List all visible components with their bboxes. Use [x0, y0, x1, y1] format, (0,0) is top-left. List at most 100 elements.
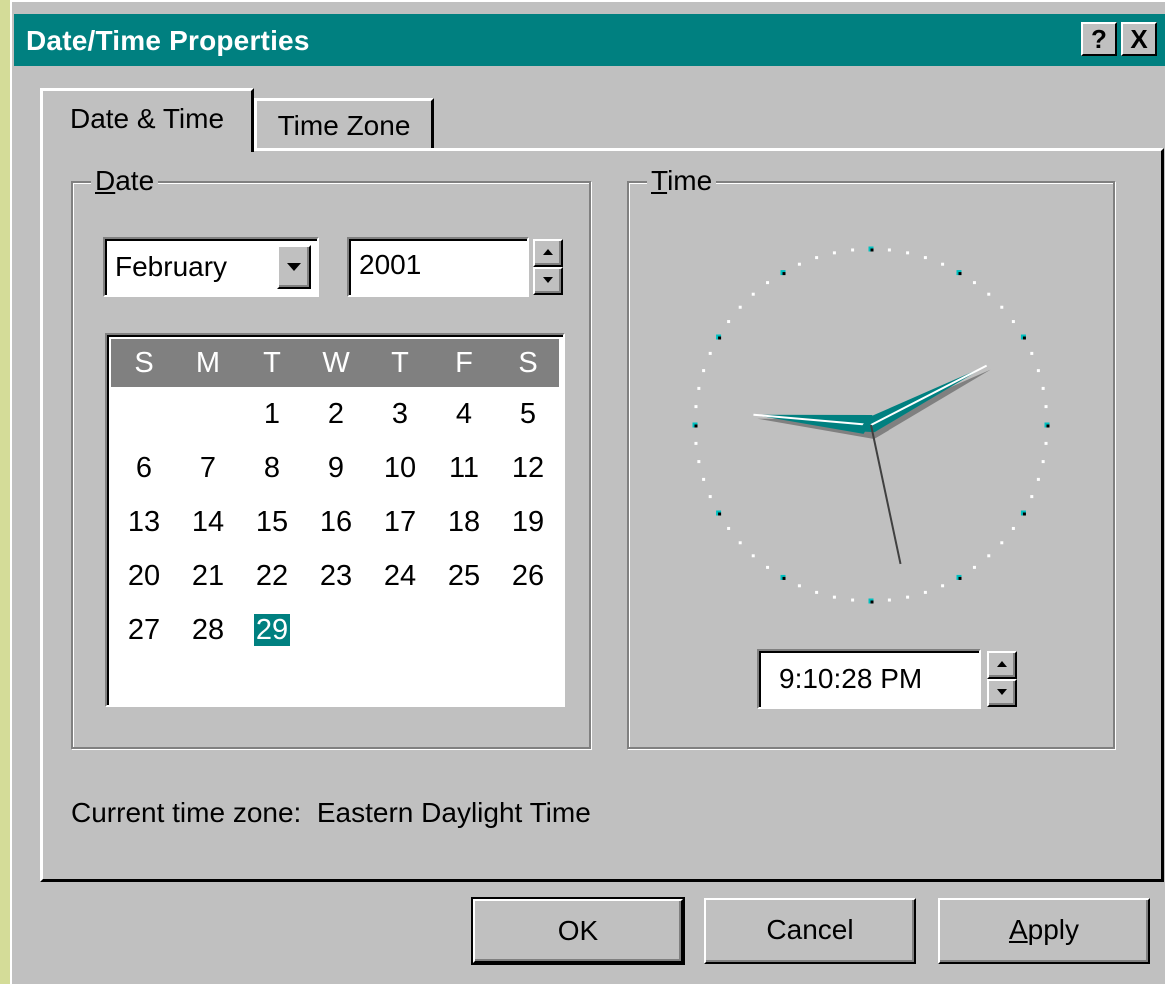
- clock-minute-mark: [972, 565, 976, 569]
- clock-minute-mark: [815, 256, 819, 260]
- time-group: Time 9:10:28 PM: [627, 165, 1115, 749]
- clock-minute-mark: [1000, 305, 1004, 309]
- clock-minute-mark: [1044, 441, 1048, 445]
- clock-hour-mark-shadow: [870, 600, 874, 604]
- clock-minute-mark: [797, 584, 801, 588]
- calendar-day[interactable]: 7: [179, 445, 237, 491]
- calendar-weekday: M: [195, 347, 221, 379]
- clock-minute-mark: [766, 281, 770, 285]
- calendar-day[interactable]: 19: [499, 499, 557, 545]
- time-input[interactable]: 9:10:28 PM: [757, 649, 981, 709]
- year-input[interactable]: 2001: [347, 237, 529, 297]
- clock-minute-mark: [851, 248, 855, 252]
- calendar-day[interactable]: 8: [243, 445, 301, 491]
- calendar-day[interactable]: 18: [435, 499, 493, 545]
- year-value: 2001: [359, 249, 422, 280]
- clock-minute-mark: [738, 305, 742, 309]
- calendar-day[interactable]: 11: [435, 445, 493, 491]
- clock-minute-mark: [702, 369, 706, 373]
- clock-minute-mark: [923, 590, 927, 594]
- ok-button[interactable]: OK: [471, 897, 685, 965]
- calendar-weekday: S: [134, 347, 154, 379]
- clock-hour-mark-shadow: [1046, 424, 1050, 428]
- calendar-weekday: F: [455, 347, 473, 379]
- calendar-day[interactable]: 2: [307, 391, 365, 437]
- calendar-day[interactable]: 26: [499, 553, 557, 599]
- calendar-day[interactable]: 3: [371, 391, 429, 437]
- time-value: 9:10:28 PM: [779, 663, 923, 694]
- calendar-day[interactable]: 5: [499, 391, 557, 437]
- clock-hour-mark-shadow: [958, 576, 962, 580]
- clock-minute-mark: [751, 292, 755, 296]
- clock-hour-mark-shadow: [958, 272, 962, 276]
- clock-hour-mark-shadow: [694, 424, 698, 428]
- close-icon: X: [1130, 24, 1148, 54]
- calendar-day[interactable]: 23: [307, 553, 365, 599]
- clock-minute-mark: [1000, 541, 1004, 545]
- calendar-weekday: W: [322, 347, 350, 379]
- calendar-day[interactable]: 9: [307, 445, 365, 491]
- clock-minute-mark: [887, 248, 891, 252]
- clock-minute-mark: [1036, 477, 1040, 481]
- apply-button[interactable]: Apply: [938, 898, 1150, 964]
- clock-minute-mark: [941, 584, 945, 588]
- calendar-day[interactable]: 27: [115, 607, 173, 653]
- calendar-weekday-header: SMTWTFS: [111, 339, 559, 387]
- clock-minute-mark: [987, 292, 991, 296]
- clock-minute-mark: [1036, 369, 1040, 373]
- clock-hour-mark-shadow: [718, 512, 722, 516]
- year-spin-up[interactable]: [533, 239, 563, 267]
- calendar-day[interactable]: 14: [179, 499, 237, 545]
- clock-minute-mark: [906, 251, 910, 255]
- calendar-day[interactable]: 28: [179, 607, 237, 653]
- month-dropdown-button[interactable]: [277, 245, 311, 289]
- title-bar[interactable]: Date/Time Properties ? X: [14, 14, 1165, 66]
- clock-minute-mark: [697, 386, 701, 390]
- tab-time-zone-label: Time Zone: [277, 110, 411, 141]
- cancel-button[interactable]: Cancel: [704, 898, 916, 964]
- clock-minute-hand-highlight: [870, 364, 988, 426]
- calendar-day[interactable]: 25: [435, 553, 493, 599]
- clock-minute-mark: [694, 441, 698, 445]
- tab-date-time[interactable]: Date & Time: [40, 88, 254, 152]
- calendar-weekday: S: [518, 347, 538, 379]
- calendar-day[interactable]: 4: [435, 391, 493, 437]
- clock-minute-mark: [697, 460, 701, 464]
- analog-clock: [692, 246, 1050, 604]
- clock-minute-mark: [751, 554, 755, 558]
- calendar-day[interactable]: 21: [179, 553, 237, 599]
- clock-minute-mark: [1030, 495, 1034, 499]
- close-button[interactable]: X: [1121, 22, 1157, 56]
- calendar-day[interactable]: 15: [243, 499, 301, 545]
- calendar-day[interactable]: 24: [371, 553, 429, 599]
- time-spin-up[interactable]: [987, 651, 1017, 679]
- time-spin-down[interactable]: [987, 679, 1017, 707]
- calendar-weekday: T: [263, 347, 281, 379]
- calendar-day[interactable]: 12: [499, 445, 557, 491]
- clock-minute-mark: [708, 495, 712, 499]
- clock-minute-mark: [1044, 405, 1048, 409]
- clock-minute-mark: [708, 351, 712, 355]
- calendar-day[interactable]: 10: [371, 445, 429, 491]
- calendar-grid[interactable]: SMTWTFS 1 2 3 4 5 6 7 8 9 10 11 12 13 14 15 16 17 18 19 20 2…: [105, 333, 565, 707]
- month-dropdown[interactable]: February: [103, 237, 319, 297]
- clock-minute-mark: [832, 595, 836, 599]
- clock-minute-mark: [694, 405, 698, 409]
- calendar-day[interactable]: 13: [115, 499, 173, 545]
- calendar-day[interactable]: 6: [115, 445, 173, 491]
- clock-minute-mark: [1011, 526, 1015, 530]
- help-button[interactable]: ?: [1081, 22, 1117, 56]
- ok-button-label: OK: [557, 915, 599, 946]
- calendar-day[interactable]: 17: [371, 499, 429, 545]
- clock-minute-mark: [941, 262, 945, 266]
- month-value: February: [115, 251, 228, 282]
- window-title: Date/Time Properties: [26, 25, 310, 56]
- clock-minute-mark: [727, 526, 731, 530]
- tab-time-zone[interactable]: Time Zone: [254, 98, 434, 150]
- calendar-day[interactable]: 20: [115, 553, 173, 599]
- year-spin-down[interactable]: [533, 267, 563, 295]
- calendar-day[interactable]: 22: [243, 553, 301, 599]
- calendar-day[interactable]: 29: [243, 607, 301, 653]
- calendar-day[interactable]: 1: [243, 391, 301, 437]
- calendar-day[interactable]: 16: [307, 499, 365, 545]
